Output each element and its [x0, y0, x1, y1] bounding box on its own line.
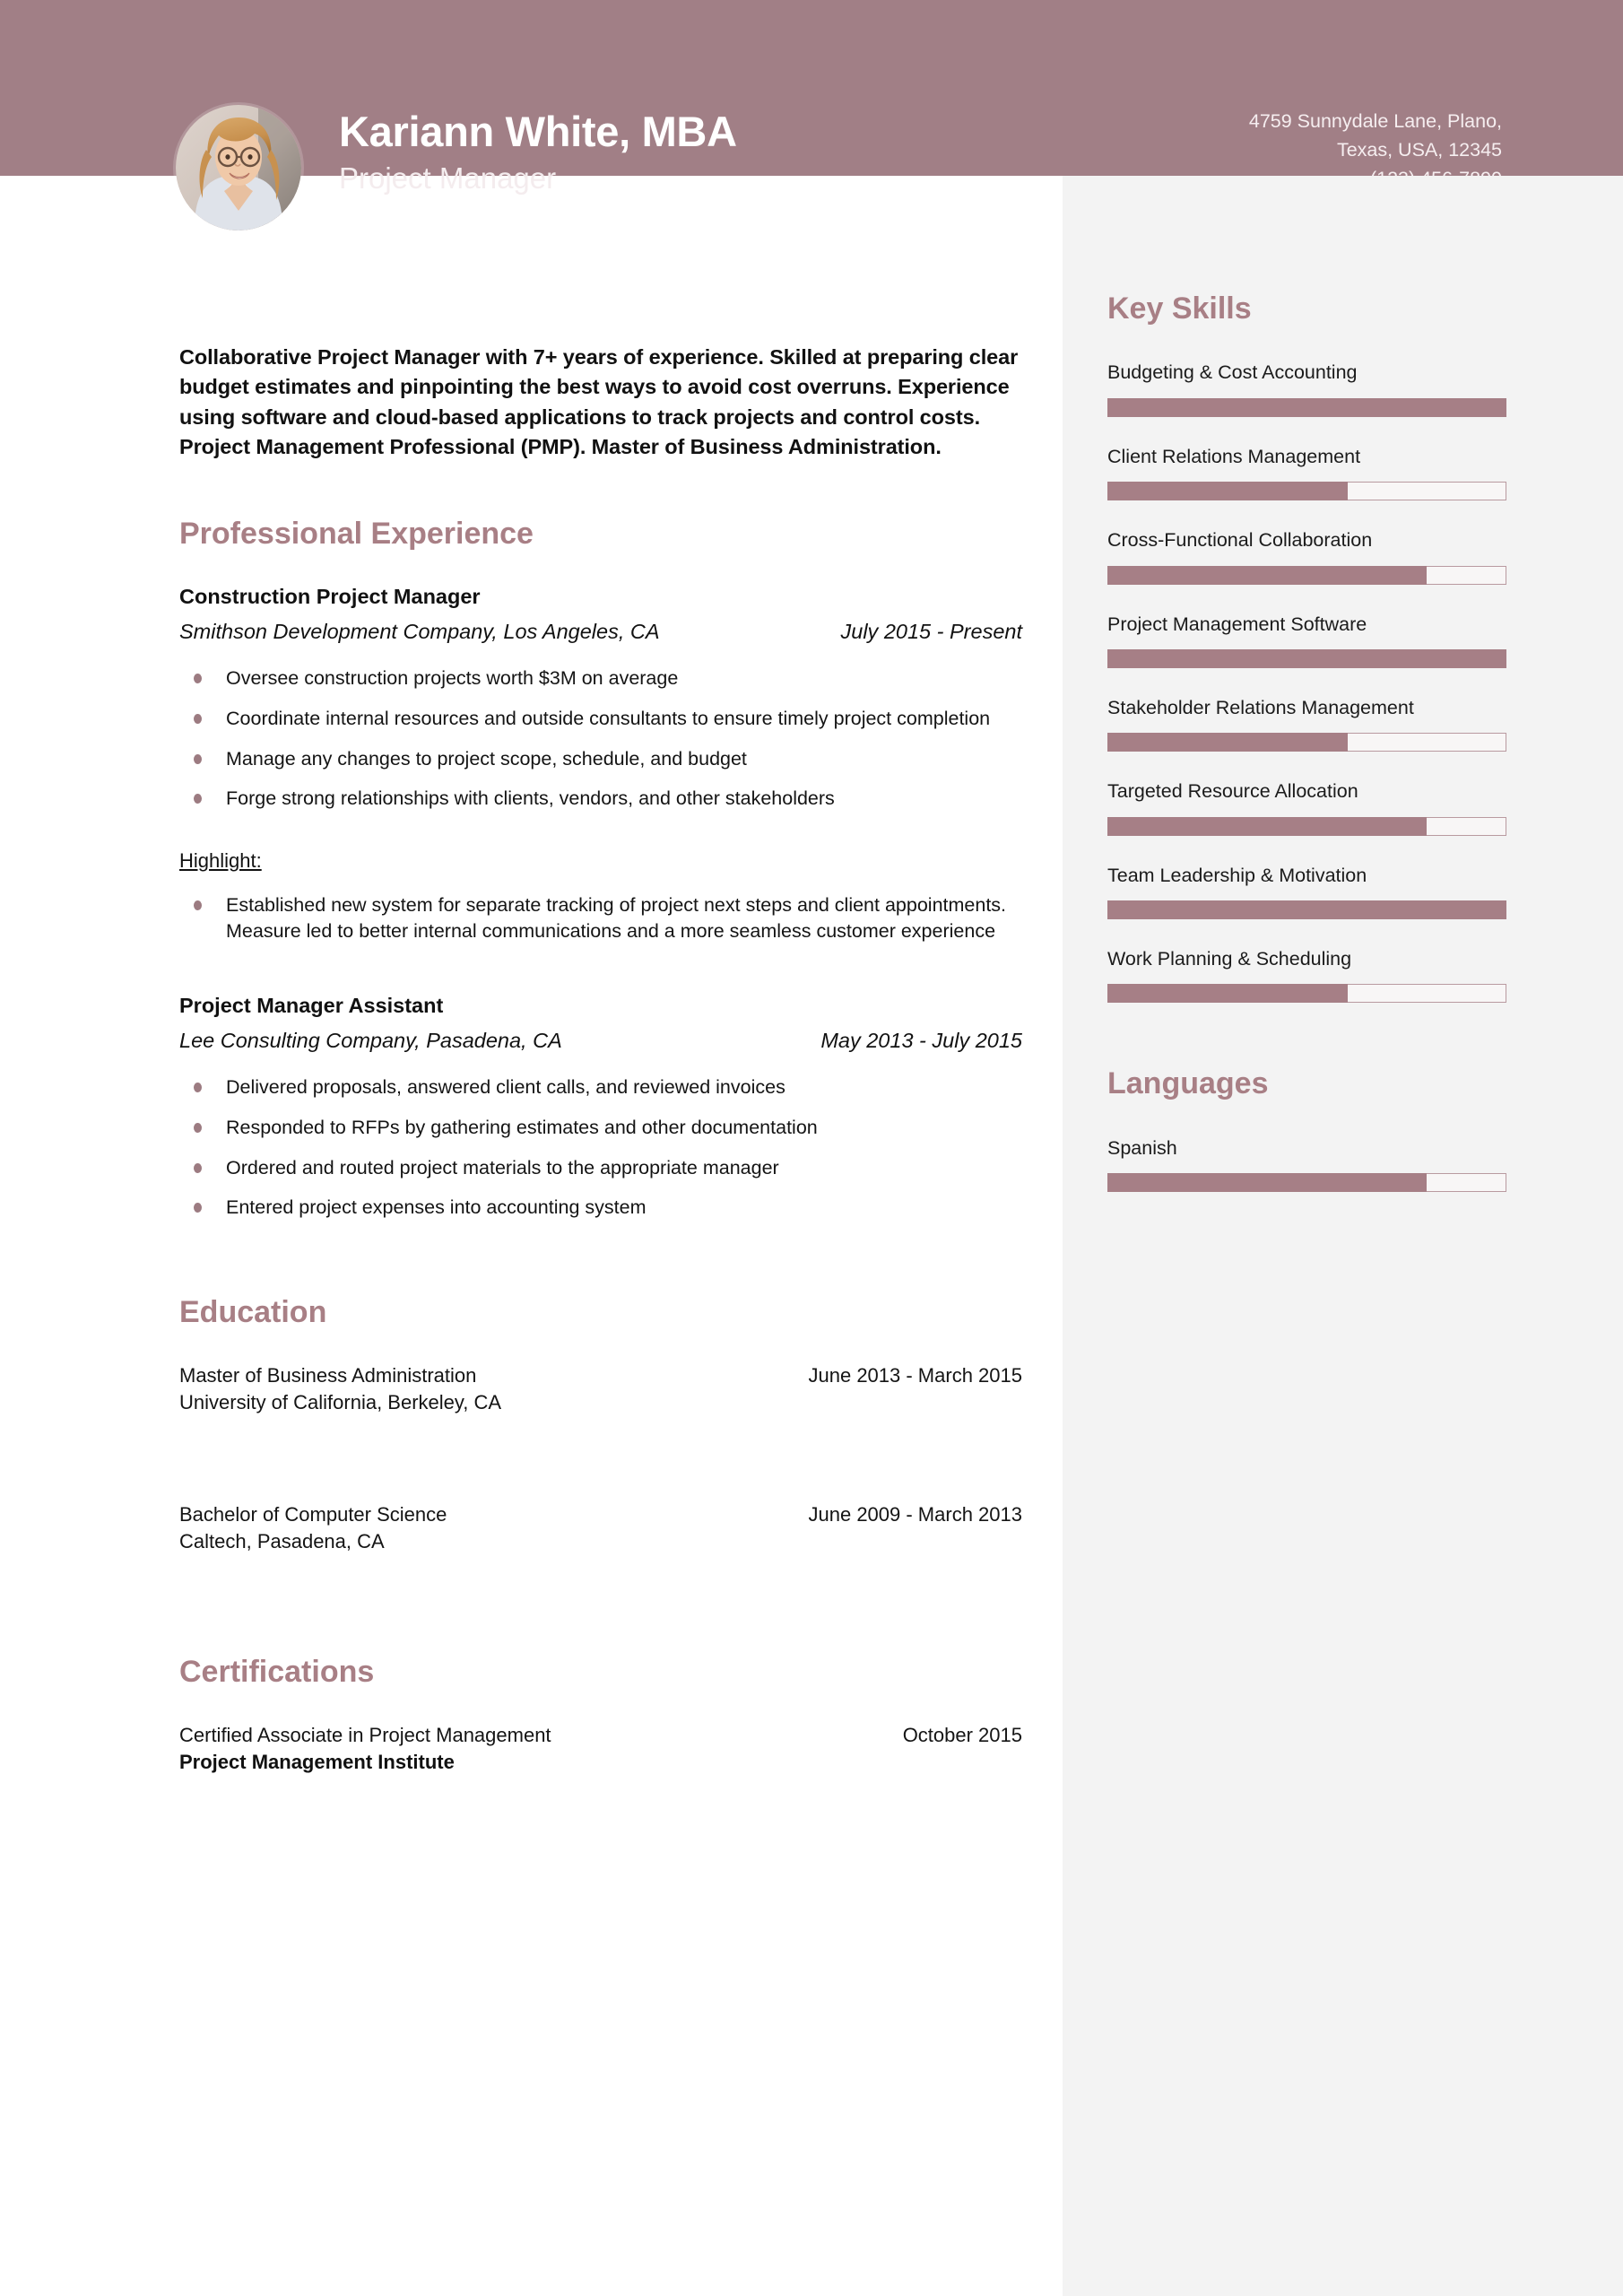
education-row: Bachelor of Computer Science June 2009 - … — [179, 1501, 1022, 1528]
certification-row: Certified Associate in Project Managemen… — [179, 1722, 1022, 1749]
skill-label: Work Planning & Scheduling — [1107, 948, 1352, 970]
job-dates: May 2013 - July 2015 — [820, 1029, 1022, 1052]
skill-bar-track — [1107, 565, 1506, 585]
professional-summary: Collaborative Project Manager with 7+ ye… — [179, 345, 1019, 459]
skill-item: Work Planning & Scheduling — [1107, 946, 1506, 1004]
education-heading: Education — [179, 1295, 327, 1330]
skill-bar-track — [1107, 816, 1506, 836]
languages-heading: Languages — [1107, 1066, 1269, 1101]
skill-item: Budgeting & Cost Accounting — [1107, 360, 1506, 417]
key-skills-heading: Key Skills — [1107, 291, 1252, 326]
skill-bar-track — [1107, 482, 1506, 501]
education-entry: Master of Business Administration June 20… — [179, 1362, 1022, 1416]
job-bullet: Delivered proposals, answered client cal… — [187, 1074, 1022, 1100]
certification-entry: Certified Associate in Project Managemen… — [179, 1722, 1022, 1776]
certification-name: Certified Associate in Project Managemen… — [179, 1723, 551, 1746]
skill-item: Team Leadership & Motivation — [1107, 863, 1506, 920]
certifications-list: Certified Associate in Project Managemen… — [179, 1722, 1022, 1776]
skill-label: Targeted Resource Allocation — [1107, 780, 1358, 803]
job-bullet: Oversee construction projects worth $3M … — [187, 665, 1022, 691]
skill-bar-fill — [1107, 900, 1506, 920]
skill-bar-track — [1107, 648, 1506, 668]
certification-date: October 2015 — [902, 1723, 1022, 1746]
highlight-label: Highlight: — [179, 849, 262, 873]
job-bullet-list: Oversee construction projects worth $3M … — [187, 665, 1022, 812]
skill-label: Stakeholder Relations Management — [1107, 696, 1414, 718]
education-school: University of California, Berkeley, CA — [179, 1390, 502, 1413]
skill-bar-track — [1107, 397, 1506, 417]
education-school: Caltech, Pasadena, CA — [179, 1530, 385, 1553]
highlight-bullet-list: Established new system for separate trac… — [187, 892, 1022, 944]
job-bullet: Forge strong relationships with clients,… — [187, 786, 1022, 812]
experience-entry: Project Manager Assistant Lee Consulting … — [179, 993, 1022, 1221]
key-skills-list: Budgeting & Cost Accounting Client Relati… — [1107, 360, 1506, 1004]
skill-item: Stakeholder Relations Management — [1107, 695, 1506, 752]
job-bullet-list: Delivered proposals, answered client cal… — [187, 1074, 1022, 1221]
skill-bar-fill — [1107, 482, 1348, 501]
job-bullet: Manage any changes to project scope, sch… — [187, 746, 1022, 772]
contact-address-line1: 4759 Sunnydale Lane, Plano, — [1248, 110, 1502, 132]
skill-bar-fill — [1107, 648, 1506, 668]
skill-bar-track — [1107, 733, 1506, 752]
skill-bar-fill — [1107, 565, 1428, 585]
skill-label: Team Leadership & Motivation — [1107, 864, 1367, 886]
language-bar-fill — [1107, 1173, 1428, 1193]
skill-bar-track — [1107, 900, 1506, 920]
contact-address-line2: Texas, USA, 12345 — [1336, 138, 1502, 161]
job-title: Construction Project Manager — [179, 584, 481, 608]
skill-bar-fill — [1107, 397, 1506, 417]
skill-label: Cross-Functional Collaboration — [1107, 529, 1373, 552]
job-dates: July 2015 - Present — [840, 620, 1022, 644]
job-bullet: Ordered and routed project materials to … — [187, 1155, 1022, 1181]
language-bar-track — [1107, 1173, 1506, 1193]
sidebar: Key Skills Budgeting & Cost Accounting Cl… — [1063, 176, 1623, 2296]
education-list: Master of Business Administration June 20… — [179, 1362, 1022, 1556]
experience-heading: Professional Experience — [179, 517, 534, 552]
skill-item: Client Relations Management — [1107, 444, 1506, 501]
education-degree: Master of Business Administration — [179, 1363, 477, 1387]
certification-issuer: Project Management Institute — [179, 1750, 455, 1773]
job-title: Project Manager Assistant — [179, 993, 444, 1017]
education-dates: June 2013 - March 2015 — [808, 1363, 1023, 1387]
job-bullet: Entered project expenses into accounting… — [187, 1195, 1022, 1221]
skill-label: Budgeting & Cost Accounting — [1107, 361, 1358, 384]
skill-label: Project Management Software — [1107, 613, 1367, 635]
skill-bar-fill — [1107, 733, 1348, 752]
skill-item: Targeted Resource Allocation — [1107, 778, 1506, 836]
experience-entry: Construction Project Manager Smithson Dev… — [179, 584, 1022, 944]
languages-list: Spanish — [1107, 1135, 1506, 1193]
language-item: Spanish — [1107, 1135, 1506, 1193]
experience-list: Construction Project Manager Smithson Dev… — [179, 584, 1022, 1221]
skill-bar-track — [1107, 984, 1506, 1004]
education-degree: Bachelor of Computer Science — [179, 1503, 447, 1526]
education-entry: Bachelor of Computer Science June 2009 - … — [179, 1501, 1022, 1555]
education-dates: June 2009 - March 2013 — [808, 1503, 1023, 1526]
skill-label: Client Relations Management — [1107, 445, 1361, 467]
job-meta: Smithson Development Company, Los Angele… — [179, 618, 1022, 646]
job-bullet: Coordinate internal resources and outsid… — [187, 706, 1022, 732]
skill-item: Cross-Functional Collaboration — [1107, 527, 1506, 585]
education-row: Master of Business Administration June 20… — [179, 1362, 1022, 1389]
main-content: Collaborative Project Manager with 7+ ye… — [179, 176, 1022, 1861]
skill-item: Project Management Software — [1107, 612, 1506, 668]
job-bullet: Responded to RFPs by gathering estimates… — [187, 1115, 1022, 1141]
page-title: Kariann White, MBA — [339, 108, 737, 155]
skill-bar-fill — [1107, 816, 1428, 836]
skill-bar-fill — [1107, 984, 1348, 1004]
certifications-heading: Certifications — [179, 1655, 375, 1690]
job-company: Smithson Development Company, Los Angele… — [179, 620, 660, 644]
job-company: Lee Consulting Company, Pasadena, CA — [179, 1029, 562, 1052]
job-meta: Lee Consulting Company, Pasadena, CA May … — [179, 1027, 1022, 1055]
highlight-bullet: Established new system for separate trac… — [187, 892, 1022, 944]
language-label: Spanish — [1107, 1136, 1177, 1159]
